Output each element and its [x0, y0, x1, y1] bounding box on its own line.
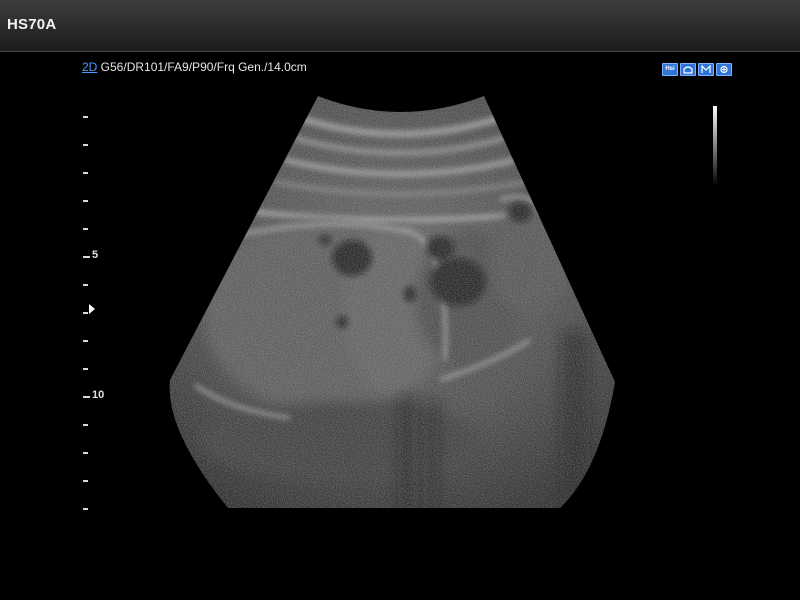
scan-sector [169, 96, 615, 508]
ultrasound-image[interactable] [0, 0, 800, 600]
